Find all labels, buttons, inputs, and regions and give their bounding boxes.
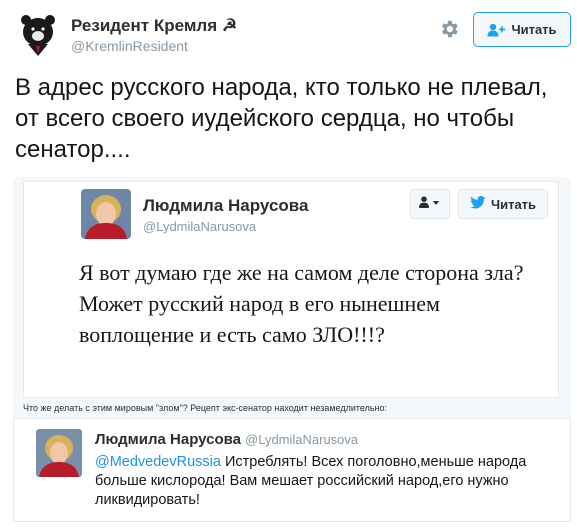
twitter-bird-icon: [470, 196, 486, 212]
author-handle[interactable]: @KremlinResident: [71, 38, 188, 54]
reply-tweet-card: Людмила Нарусова @LydmilaNarusova @Medved…: [13, 418, 571, 522]
embedded-author-handle: @LydmilaNarusova: [143, 219, 257, 234]
embedded-media[interactable]: Людмила Нарусова @LydmilaNarusova Читать…: [13, 177, 571, 522]
add-user-icon: [487, 23, 506, 37]
embedded-author-avatar: [81, 189, 131, 239]
embedded-author-name: Людмила Нарусова: [143, 196, 309, 215]
user-dropdown-button: [410, 189, 450, 219]
embedded-follow-label: Читать: [490, 196, 537, 212]
embedded-caption: Что же делать с этим мировым "злом"? Рец…: [23, 403, 388, 413]
reply-author-name: Людмила Нарусова: [95, 431, 241, 448]
reply-author-handle: @LydmilaNarusova: [245, 432, 359, 447]
follow-label: Читать: [511, 22, 557, 37]
tweet-header: Резидент Кремля ☭ @KremlinResident Читат…: [15, 8, 571, 58]
reply-author-avatar: [36, 429, 82, 477]
embedded-tweet-text: Я вот думаю где же на самом деле сторона…: [79, 260, 524, 347]
embedded-follow-button: Читать: [458, 189, 548, 219]
follow-button[interactable]: Читать: [473, 12, 571, 47]
embedded-tweet-card: Людмила Нарусова @LydmilaNarusova Читать…: [23, 181, 559, 398]
gear-icon[interactable]: [438, 18, 460, 40]
reply-mention-link: @MedvedevRussia: [95, 454, 221, 470]
author-avatar[interactable]: [15, 10, 61, 56]
user-dropdown-icon: [419, 195, 441, 213]
author-name[interactable]: Резидент Кремля ☭: [71, 16, 237, 36]
reply-author-line: Людмила Нарусова @LydmilaNarusova: [95, 431, 358, 448]
tweet-text: В адрес русского народа, кто только не п…: [15, 74, 548, 163]
reply-tweet-text: @MedvedevRussia Истреблять! Всех поголов…: [95, 453, 560, 510]
